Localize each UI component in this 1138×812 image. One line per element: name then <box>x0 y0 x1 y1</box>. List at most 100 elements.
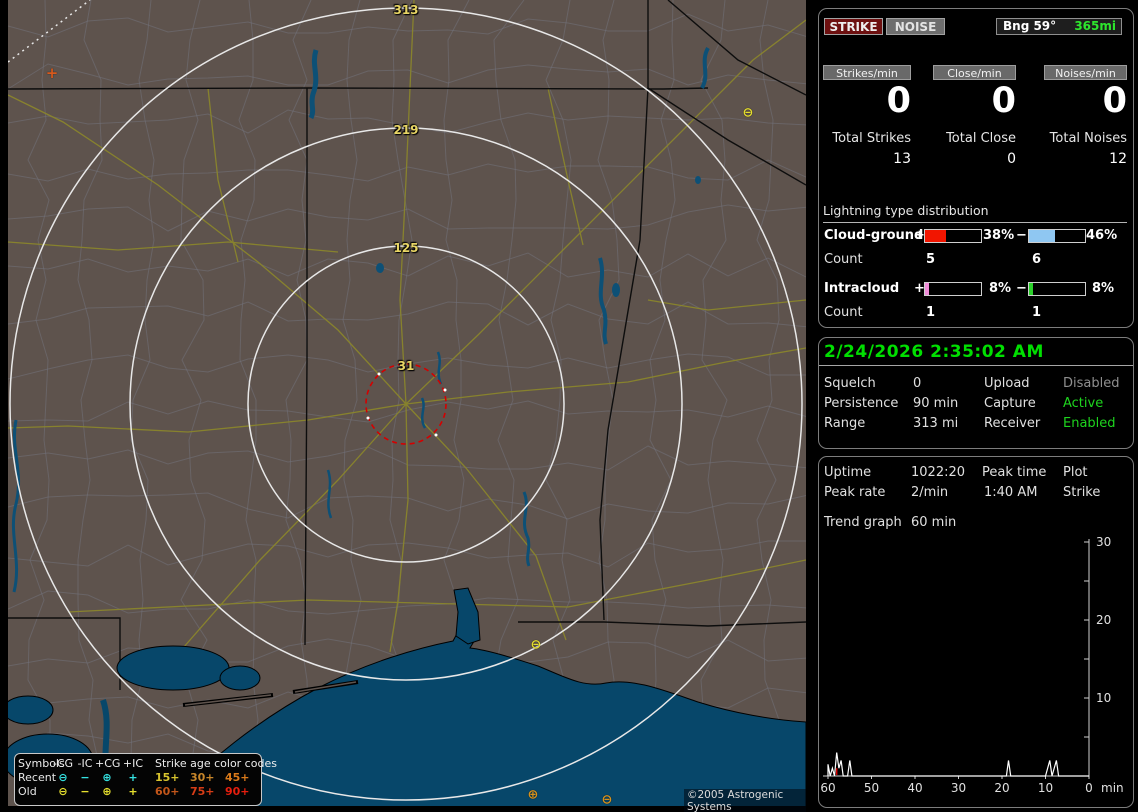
copyright-text: ©2005 Astrogenic Systems <box>684 789 806 812</box>
plot-mode-value: Strike <box>1063 485 1101 500</box>
cg-positive-bar <box>924 229 982 243</box>
age-color-code: 75+ <box>190 785 215 798</box>
legend-strike-symbol: + <box>128 785 138 798</box>
distribution-title: Lightning type distribution <box>823 203 1127 223</box>
peak-rate-label: Peak rate <box>824 485 886 500</box>
legend-row-label: Old <box>18 785 37 798</box>
lightning-map[interactable]: 31 125 219 313 ⊖ ⊖ + ⊕ ⊖ Symbols -CG -IC +CG +I… <box>8 0 806 812</box>
bearing-value: Bng 59° <box>1003 19 1057 33</box>
status-row: Range 313 mi Receiver Enabled <box>819 416 1133 432</box>
strike-toggle-button[interactable]: STRIKE <box>824 18 883 35</box>
legend-strike-symbol: ⊖ <box>58 785 68 798</box>
range-ring-label: 313 <box>393 3 419 17</box>
total-strikes-label: Total Strikes <box>832 131 911 146</box>
upload-status: Disabled <box>1063 376 1120 391</box>
total-close-label: Total Close <box>946 131 1016 146</box>
range-ring-label: 219 <box>393 123 419 137</box>
strike-symbol: ⊖ <box>530 637 542 653</box>
svg-text:20: 20 <box>994 781 1009 795</box>
intracloud-label: Intracloud <box>824 281 900 296</box>
cg-negative-pct: 46% <box>1086 228 1118 243</box>
persistence-label: Persistence <box>824 396 899 411</box>
persistence-value: 90 min <box>913 396 959 411</box>
upload-label: Upload <box>984 376 1030 391</box>
svg-text:40: 40 <box>907 781 922 795</box>
svg-text:30: 30 <box>951 781 966 795</box>
total-close-value: 0 <box>1007 151 1016 167</box>
legend-strike-symbol: + <box>128 771 138 784</box>
strike-symbol: ⊕ <box>527 787 539 803</box>
distance-value: 365mi <box>1074 19 1116 33</box>
uptime-label: Uptime <box>824 465 872 480</box>
cg-negative-count: 6 <box>1032 252 1042 267</box>
ic-positive-bar <box>924 282 982 296</box>
counters-panel: STRIKE NOISE Bng 59° 365mi Strikes/min C… <box>818 8 1134 328</box>
svg-text:0: 0 <box>1085 781 1093 795</box>
cloud-ground-label: Cloud-ground <box>824 228 924 243</box>
legend-col-neg-cg: -CG <box>52 757 74 770</box>
age-color-code: 60+ <box>155 785 180 798</box>
svg-text:50: 50 <box>864 781 879 795</box>
legend-strike-symbol: − <box>80 785 90 798</box>
intracloud-row: Intracloud + 8% − 8% <box>819 281 1133 297</box>
trend-window-value: 60 min <box>911 515 957 530</box>
svg-text:60: 60 <box>820 781 835 795</box>
total-noises-label: Total Noises <box>1049 131 1127 146</box>
total-noises-value: 12 <box>1109 151 1127 167</box>
uptime-value: 1022:20 <box>911 465 966 480</box>
close-per-min-value: 0 <box>991 81 1016 121</box>
legend-col-pos-cg: +CG <box>95 757 121 770</box>
count-label: Count <box>824 252 863 267</box>
receiver-label: Receiver <box>984 416 1041 431</box>
legend-col-neg-ic: -IC <box>77 757 93 770</box>
capture-status: Active <box>1063 396 1104 411</box>
minus-sign: − <box>1016 281 1027 296</box>
minus-sign: − <box>1016 228 1027 243</box>
squelch-value: 0 <box>913 376 922 391</box>
stats-row: Peak rate 2/min 1:40 AM Strike <box>819 485 1133 501</box>
cloud-ground-count-row: Count 5 6 <box>819 252 1133 268</box>
svg-text:20: 20 <box>1096 613 1111 627</box>
close-per-min-chip[interactable]: Close/min <box>933 65 1016 80</box>
noises-per-min-chip[interactable]: Noises/min <box>1044 65 1127 80</box>
squelch-label: Squelch <box>824 376 876 391</box>
status-row: Persistence 90 min Capture Active <box>819 396 1133 412</box>
ic-positive-pct: 8% <box>989 281 1012 296</box>
trend-graph-label: Trend graph <box>824 515 902 530</box>
svg-text:10: 10 <box>1096 691 1111 705</box>
peak-rate-value: 2/min <box>911 485 949 500</box>
range-label: Range <box>824 416 866 431</box>
strike-symbol: ⊖ <box>742 105 754 121</box>
trend-chart: 10 20 30 60 50 40 30 20 10 0 min <box>820 535 1124 795</box>
total-strikes-value: 13 <box>893 151 911 167</box>
cg-negative-bar <box>1028 229 1086 243</box>
svg-text:10: 10 <box>1038 781 1053 795</box>
legend-strike-symbol: ⊕ <box>102 771 112 784</box>
plot-header: Plot <box>1063 465 1088 480</box>
map-canvas <box>8 0 806 806</box>
legend-age-header: Strike age color codes <box>155 757 277 770</box>
receiver-status: Enabled <box>1063 416 1116 431</box>
legend-strike-symbol: ⊕ <box>102 785 112 798</box>
map-legend: Symbols -CG -IC +CG +IC Strike age color… <box>14 753 277 806</box>
strikes-per-min-value: 0 <box>886 81 911 121</box>
age-color-code: 90+ <box>225 785 250 798</box>
ic-positive-count: 1 <box>926 305 936 320</box>
age-color-code: 15+ <box>155 771 180 784</box>
trend-line <box>827 752 1089 777</box>
trend-graph-row: Trend graph 60 min <box>819 515 1133 531</box>
stats-row: Uptime 1022:20 Peak time Plot <box>819 465 1133 481</box>
legend-strike-symbol: − <box>80 771 90 784</box>
noises-per-min-value: 0 <box>1102 81 1127 121</box>
count-label: Count <box>824 305 863 320</box>
datetime-display: 2/24/2026 2:35:02 AM <box>819 338 1133 366</box>
svg-text:min: min <box>1101 781 1124 795</box>
cloud-ground-row: Cloud-ground + 38% − 46% <box>819 228 1133 244</box>
ic-negative-count: 1 <box>1032 305 1042 320</box>
bearing-distance-box: Bng 59° 365mi <box>996 18 1122 35</box>
range-ring-label: 125 <box>393 241 419 255</box>
range-value: 313 mi <box>913 416 959 431</box>
strikes-per-min-chip[interactable]: Strikes/min <box>823 65 911 80</box>
noise-toggle-button[interactable]: NOISE <box>886 18 945 35</box>
svg-text:30: 30 <box>1096 535 1111 549</box>
